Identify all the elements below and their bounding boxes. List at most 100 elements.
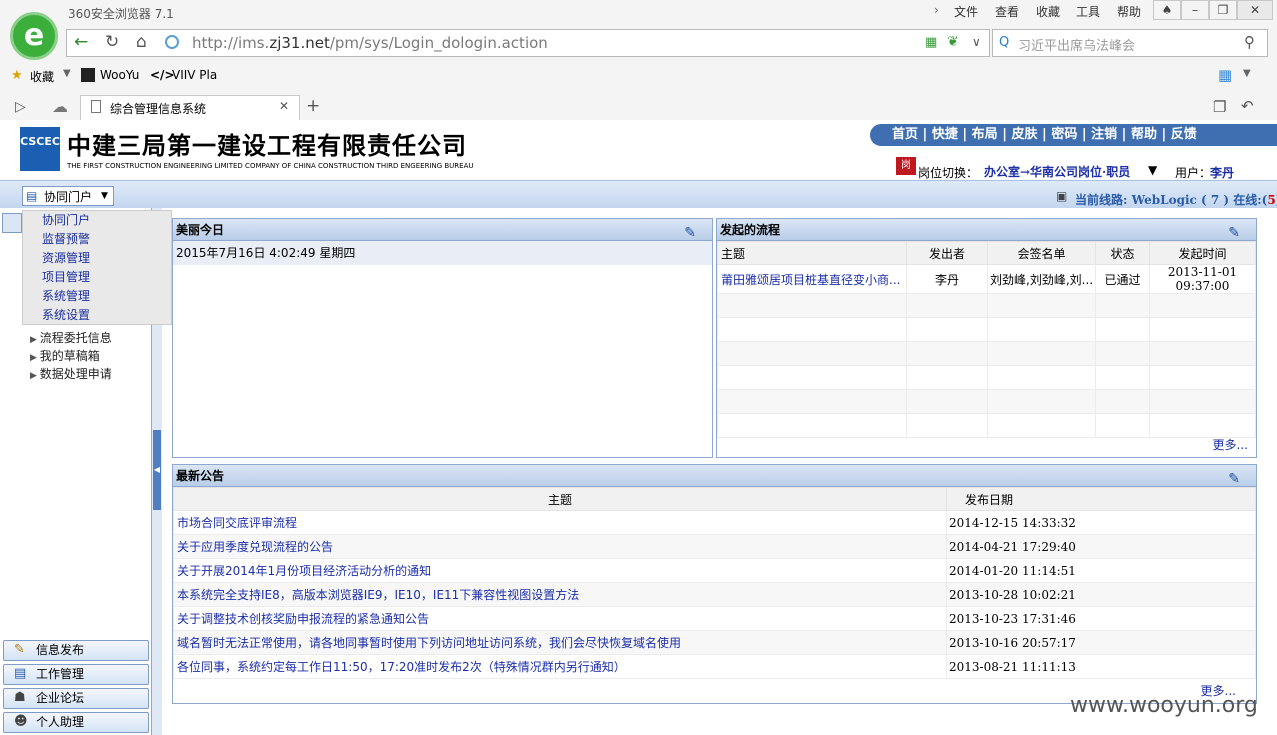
qr-code-icon[interactable]: ▦ [925, 35, 937, 50]
menu-tools[interactable]: 工具 [1076, 3, 1100, 20]
tab-close-icon[interactable]: ✕ [279, 99, 289, 113]
link-logout[interactable]: 注销 [1091, 127, 1117, 142]
speed-mode-icon[interactable]: ❦ [947, 34, 959, 50]
code-icon: </> [150, 68, 175, 82]
flow-sender: 李丹 [906, 264, 988, 294]
notice-date: 2014-04-21 17:29:40 [946, 534, 1256, 559]
tree-item-data-request[interactable]: ▶ 数据处理申请 [30, 365, 112, 382]
chevron-right-icon[interactable]: › [934, 3, 939, 17]
notice-date: 2013-10-23 17:31:46 [946, 606, 1256, 631]
page-icon [91, 100, 101, 113]
link-feedback[interactable]: 反馈 [1171, 127, 1197, 142]
menu-item-projects[interactable]: 项目管理 [42, 268, 90, 285]
menu-item-system-settings[interactable]: 系统设置 [42, 306, 90, 323]
link-password[interactable]: 密码 [1051, 127, 1077, 142]
dropdown-arrow-icon[interactable]: ▼ [63, 68, 71, 79]
back-arrow-icon[interactable]: ← [74, 32, 88, 52]
flow-subject-link[interactable]: 莆田雅颂居项目桩基直径变小商... [721, 273, 900, 287]
edit-icon[interactable]: ✎ [1228, 222, 1240, 244]
table-row: 关于应用季度兑现流程的公告 2014-04-21 17:29:40 [173, 534, 1256, 559]
edit-icon[interactable]: ✎ [1228, 468, 1240, 490]
portal-icon: ▤ [26, 189, 38, 203]
home-icon[interactable]: ⌂ [136, 32, 147, 52]
table-row: 域名暂时无法正常使用，请各地同事暂时使用下列访问地址访问系统，我们会尽快恢复域名… [173, 630, 1256, 655]
table-row: 各位同事，系统约定每工作日11:50，17:20准时发布2次（特殊情况群内另行通… [173, 654, 1256, 679]
menu-file[interactable]: 文件 [954, 3, 978, 20]
link-shortcut[interactable]: 快捷 [932, 127, 958, 142]
tree-item-delegate[interactable]: ▶ 流程委托信息 [30, 329, 112, 346]
notice-link[interactable]: 各位同事，系统约定每工作日11:50，17:20准时发布2次（特殊情况群内另行通… [177, 660, 626, 674]
notice-date: 2013-10-28 10:02:21 [946, 582, 1256, 607]
menu-item-resources[interactable]: 资源管理 [42, 249, 90, 266]
table-row: 关于开展2014年1月份项目经济活动分析的通知 2014-01-20 11:14:… [173, 558, 1256, 583]
link-home[interactable]: 首页 [892, 127, 918, 142]
cloud-icon[interactable]: ☁ [52, 97, 68, 116]
today-title: 美丽今日 [176, 223, 225, 237]
bookmark-wooyu[interactable]: WooYu [100, 68, 139, 82]
company-name-en: THE FIRST CONSTRUCTION ENGINEERING LIMIT… [67, 162, 474, 170]
apps-grid-icon[interactable]: ▦ [1218, 66, 1232, 84]
edit-icon[interactable]: ✎ [684, 222, 696, 244]
flows-header: 发起的流程 ✎ [717, 219, 1256, 241]
new-tab-icon[interactable]: + [306, 96, 320, 116]
collapse-handle-icon[interactable]: ◀ [153, 430, 161, 510]
nav-root-icon[interactable] [2, 213, 22, 233]
table-row [717, 365, 1256, 390]
menu-help[interactable]: 帮助 [1117, 3, 1141, 20]
minimize-icon[interactable]: – [1181, 0, 1209, 20]
maximize-icon[interactable]: ❐ [1209, 0, 1237, 20]
undo-close-icon[interactable]: ↶ [1241, 97, 1254, 115]
flow-status: 已通过 [1095, 264, 1150, 294]
url-text[interactable]: http://ims.zj31.net/pm/sys/Login_dologin… [192, 34, 548, 52]
apps-dropdown-icon[interactable]: ▼ [1243, 68, 1251, 79]
flows-col-status: 状态 [1095, 241, 1150, 265]
search-engine-icon[interactable]: Q [999, 35, 1009, 50]
link-skin[interactable]: 皮肤 [1011, 127, 1037, 142]
flows-more-link[interactable]: 更多... [1213, 436, 1248, 453]
tree-item-drafts[interactable]: ▶ 我的草稿箱 [30, 347, 100, 364]
menu-item-portal[interactable]: 协同门户 [42, 211, 90, 228]
portal-dropdown-icon[interactable]: ▼ [101, 191, 108, 201]
link-layout[interactable]: 布局 [972, 127, 998, 142]
notice-link[interactable]: 市场合同交底评审流程 [177, 516, 297, 530]
assistant-icon: ☻ [14, 714, 28, 729]
notice-link[interactable]: 关于调整技术创核奖励申报流程的紧急通知公告 [177, 612, 429, 626]
table-row: 本系统完全支持IE8，高版本浏览器IE9，IE10，IE11下兼容性视图设置方法… [173, 582, 1256, 607]
bookmark-favorites[interactable]: 收藏 [30, 68, 54, 85]
bookmark-viiv[interactable]: VIIV Pla [172, 68, 217, 82]
table-row: 市场合同交底评审流程 2014-12-15 14:33:32 [173, 510, 1256, 535]
flows-col-sender: 发出者 [906, 241, 988, 265]
tab-title: 综合管理信息系统 [110, 102, 207, 116]
user-label: 用户： [1175, 166, 1212, 180]
portal-menu-label: 协同门户 [44, 190, 93, 204]
search-icon[interactable]: ⚲ [1244, 33, 1255, 51]
close-icon[interactable]: ✕ [1237, 0, 1273, 20]
menu-view[interactable]: 查看 [995, 3, 1019, 20]
flows-title: 发起的流程 [720, 223, 781, 237]
menu-item-supervision[interactable]: 监督预警 [42, 230, 90, 247]
document-icon: ▤ [14, 666, 27, 681]
skin-icon[interactable]: ♠ [1153, 0, 1181, 20]
today-datetime: 2015年7月16日 4:02:49 星期四 [173, 241, 712, 265]
chevron-down-icon[interactable]: ∨ [972, 35, 981, 49]
today-header: 美丽今日 ✎ [173, 219, 712, 241]
notice-link[interactable]: 关于开展2014年1月份项目经济活动分析的通知 [177, 564, 431, 578]
notice-link[interactable]: 本系统完全支持IE8，高版本浏览器IE9，IE10，IE11下兼容性视图设置方法 [177, 588, 579, 602]
role-dropdown-icon[interactable]: ▼ [1148, 163, 1157, 177]
notice-date: 2014-12-15 14:33:32 [946, 510, 1256, 535]
search-placeholder: 习近平出席乌法峰会 [1018, 39, 1136, 54]
notice-link[interactable]: 域名暂时无法正常使用，请各地同事暂时使用下列访问地址访问系统，我们会尽快恢复域名… [177, 636, 681, 650]
tab-list-icon[interactable]: ❐ [1213, 98, 1226, 116]
role-select[interactable]: 办公室→华南公司岗位·职员 [984, 163, 1130, 180]
table-row [717, 341, 1256, 366]
sidebar-toggle-icon[interactable]: ▷ [15, 99, 26, 115]
menu-favorites[interactable]: 收藏 [1036, 3, 1060, 20]
refresh-icon[interactable]: ↻ [105, 32, 119, 52]
menu-item-system-manage[interactable]: 系统管理 [42, 287, 90, 304]
link-help[interactable]: 帮助 [1131, 127, 1157, 142]
notice-link[interactable]: 关于应用季度兑现流程的公告 [177, 540, 333, 554]
company-logo: CSCEC [20, 127, 60, 171]
notices-title: 最新公告 [176, 469, 225, 483]
table-row [717, 317, 1256, 342]
flows-panel: 发起的流程 ✎ 主题 发出者 会签名单 状态 发起时间 莆田雅颂居项目桩基直径变小… [716, 218, 1257, 458]
